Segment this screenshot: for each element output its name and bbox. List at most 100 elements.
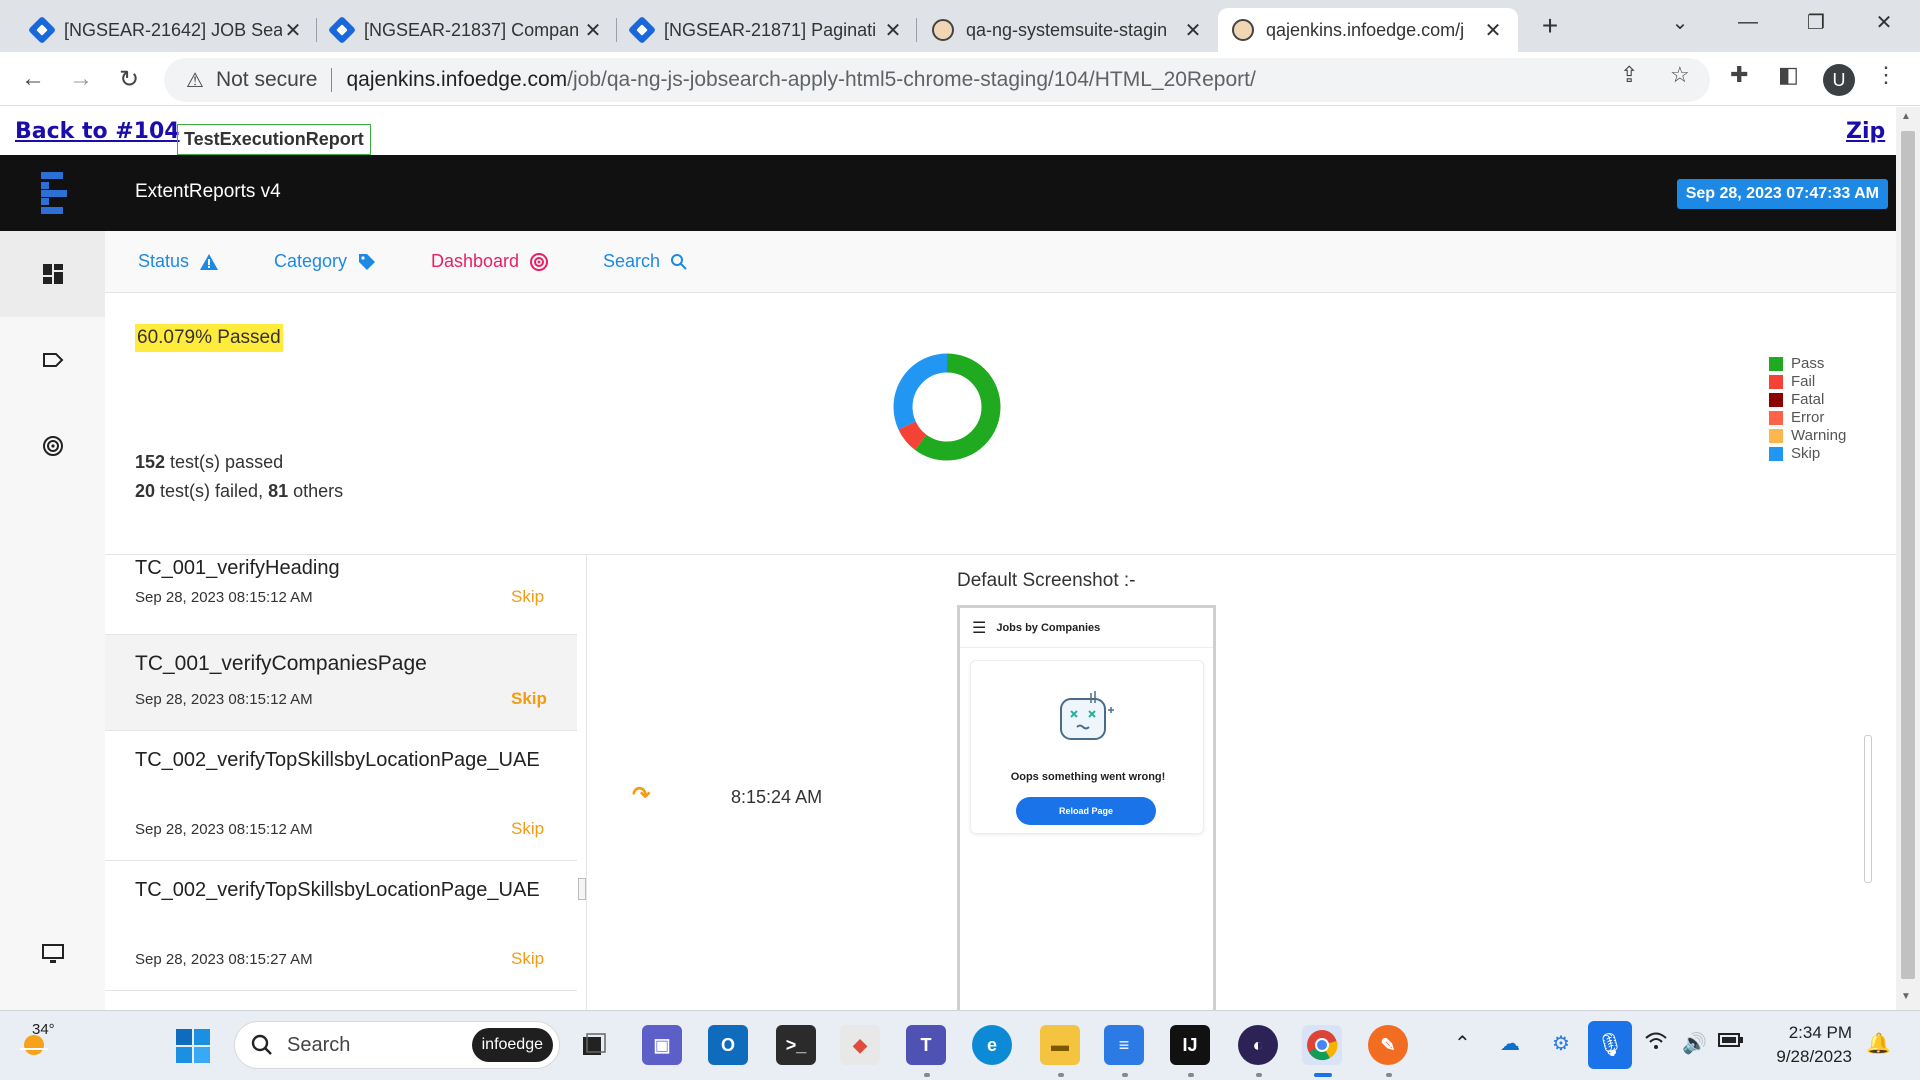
close-tab-icon[interactable]: ✕	[282, 18, 304, 43]
close-tab-icon[interactable]: ✕	[1482, 18, 1504, 43]
running-indicator	[1058, 1073, 1064, 1077]
profile-avatar[interactable]: U	[1823, 64, 1855, 96]
report-tab[interactable]: TestExecutionReport	[177, 124, 371, 155]
browser-tab[interactable]: [NGSEAR-21837] Compan ✕	[318, 8, 618, 52]
test-list-item-selected[interactable]: TC_001_verifyCompaniesPage Sep 28, 2023 …	[105, 635, 577, 731]
close-tab-icon[interactable]: ✕	[582, 18, 604, 43]
side-panel-icon[interactable]: ◧	[1778, 62, 1799, 88]
close-window-icon[interactable]: ✕	[1854, 0, 1914, 44]
close-tab-icon[interactable]: ✕	[1182, 18, 1204, 43]
taskbar-clock[interactable]: 2:34 PM 9/28/2023	[1752, 1021, 1852, 1069]
security-label[interactable]: Not secure	[216, 68, 318, 92]
legend-fail[interactable]: Fail	[1769, 373, 1846, 391]
forward-icon[interactable]: →	[64, 62, 98, 96]
category-filter[interactable]: Category	[274, 251, 377, 272]
page-scrollbar[interactable]: ▲ ▼	[1896, 107, 1920, 1010]
extent-logo-icon[interactable]	[0, 155, 105, 231]
task-view-icon[interactable]	[574, 1025, 614, 1065]
legend-swatch	[1769, 447, 1783, 461]
tab-search-icon[interactable]: ⌄	[1650, 0, 1710, 44]
sidenav-monitor-icon[interactable]	[0, 911, 105, 997]
edge-icon[interactable]: e	[972, 1025, 1012, 1065]
dashboard-filter-label: Dashboard	[431, 251, 520, 271]
sidenav-dashboard-grid-icon[interactable]	[0, 231, 105, 317]
eclipse-icon[interactable]: ◐	[1238, 1025, 1278, 1065]
windows-start-icon[interactable]	[176, 1029, 210, 1063]
notifications-bell-icon[interactable]: 🔔	[1866, 1031, 1891, 1056]
outlook-icon[interactable]: O	[708, 1025, 748, 1065]
taskbar-search-placeholder: Search	[287, 1033, 351, 1056]
test-list-item[interactable]: TC_002_verifyTopSkillsbyLocationPage_UAE…	[105, 731, 577, 861]
browser-tab[interactable]: [NGSEAR-21642] JOB Sear ✕	[18, 8, 318, 52]
status-filter[interactable]: Status	[138, 251, 219, 272]
file-explorer-icon[interactable]: ▬	[1040, 1025, 1080, 1065]
legend-skip[interactable]: Skip	[1769, 445, 1846, 463]
sidenav-tag-icon[interactable]	[0, 317, 105, 403]
scroll-up-arrow-icon[interactable]: ▲	[1901, 111, 1911, 122]
page-scrollbar-thumb[interactable]	[1901, 131, 1915, 979]
detail-scrollbar[interactable]	[1864, 735, 1872, 883]
pass-percentage: 60.079% Passed	[135, 324, 283, 352]
test-list-item[interactable]: TC_002_verifyTopSkillsbyLocationPage_UAE…	[105, 861, 577, 991]
share-icon[interactable]: ⇪	[1620, 62, 1638, 88]
taskbar-search[interactable]: Search infoedge	[234, 1021, 560, 1069]
scrollbar-thumb[interactable]	[578, 878, 586, 900]
terminal-icon[interactable]: >_	[776, 1025, 816, 1065]
test-date: Sep 28, 2023 08:15:12 AM	[135, 821, 313, 838]
reload-page-button: Reload Page	[1016, 797, 1156, 825]
chrome-icon[interactable]	[1302, 1025, 1342, 1065]
vpn-icon[interactable]: ⚙	[1552, 1031, 1570, 1056]
chart-legend: Pass Fail Fatal Error Warning Skip	[1769, 355, 1846, 463]
notepad-icon[interactable]: ≡	[1104, 1025, 1144, 1065]
onedrive-cloud-icon[interactable]: ☁	[1500, 1031, 1520, 1056]
pencil-app-icon[interactable]: ✎	[1368, 1025, 1408, 1065]
test-status-badge: Skip	[511, 949, 545, 968]
weather-temperature[interactable]: 34°	[32, 1021, 55, 1038]
legend-swatch	[1769, 375, 1783, 389]
legend-label: Skip	[1791, 445, 1821, 462]
legend-fatal[interactable]: Fatal	[1769, 391, 1846, 409]
tray-overflow-chevron-icon[interactable]: ⌃	[1454, 1031, 1471, 1056]
jenkins-header: Back to #104 TestExecutionReport Zip	[0, 107, 1896, 155]
restore-icon[interactable]: ❐	[1786, 0, 1846, 44]
category-filter-label: Category	[274, 251, 348, 271]
legend-warning[interactable]: Warning	[1769, 427, 1846, 445]
log-timestamp: 8:15:24 AM	[731, 787, 823, 807]
address-bar[interactable]: ⚠ Not secure qajenkins.infoedge.com /job…	[164, 58, 1710, 102]
bookmark-star-icon[interactable]: ☆	[1670, 62, 1690, 88]
git-tool-icon[interactable]: ◆	[840, 1025, 880, 1065]
dashboard-filter[interactable]: Dashboard	[431, 251, 549, 272]
minimize-icon[interactable]: —	[1718, 0, 1778, 44]
volume-icon[interactable]: 🔊	[1682, 1031, 1707, 1056]
screenshot-page-title: Jobs by Companies	[996, 621, 1101, 634]
legend-pass[interactable]: Pass	[1769, 355, 1846, 373]
screenshot-thumbnail[interactable]: ☰ Jobs by Companies Oops something went …	[957, 605, 1216, 1010]
zip-download-link[interactable]: Zip	[1846, 119, 1885, 144]
intellij-icon[interactable]: IJ	[1170, 1025, 1210, 1065]
browser-tab-active[interactable]: qajenkins.infoedge.com/j ✕	[1218, 8, 1518, 52]
search-icon	[251, 1034, 272, 1055]
reload-icon[interactable]: ↻	[112, 62, 146, 96]
new-tab-icon[interactable]: +	[1520, 4, 1580, 48]
url-path[interactable]: /job/qa-ng-js-jobsearch-apply-html5-chro…	[567, 68, 1256, 92]
battery-icon[interactable]	[1718, 1031, 1744, 1054]
teams-icon[interactable]: T	[906, 1025, 946, 1065]
close-tab-icon[interactable]: ✕	[882, 18, 904, 43]
legend-error[interactable]: Error	[1769, 409, 1846, 427]
extensions-icon[interactable]: ✚	[1730, 62, 1748, 88]
browser-tab[interactable]: [NGSEAR-21871] Paginati ✕	[618, 8, 918, 52]
browser-tab[interactable]: qa-ng-systemsuite-stagin ✕	[918, 8, 1218, 52]
test-list-scrollbar[interactable]	[577, 555, 586, 1010]
scroll-down-arrow-icon[interactable]: ▼	[1901, 991, 1911, 1002]
search-filter[interactable]: Search	[603, 251, 688, 272]
menu-icon[interactable]: ⋮	[1875, 62, 1897, 88]
sidenav-target-icon[interactable]	[0, 403, 105, 489]
microphone-icon[interactable]: 🎙	[1588, 1021, 1632, 1069]
warning-icon[interactable]: ⚠	[186, 68, 204, 93]
teams-chat-icon[interactable]: ▣	[642, 1025, 682, 1065]
back-icon[interactable]: ←	[16, 62, 50, 96]
back-to-build-link[interactable]: Back to #104	[15, 119, 180, 144]
url-host[interactable]: qajenkins.infoedge.com	[346, 68, 567, 92]
test-list-item[interactable]: TC_001_verifyHeading Sep 28, 2023 08:15:…	[105, 555, 577, 635]
wifi-icon[interactable]	[1644, 1031, 1668, 1057]
